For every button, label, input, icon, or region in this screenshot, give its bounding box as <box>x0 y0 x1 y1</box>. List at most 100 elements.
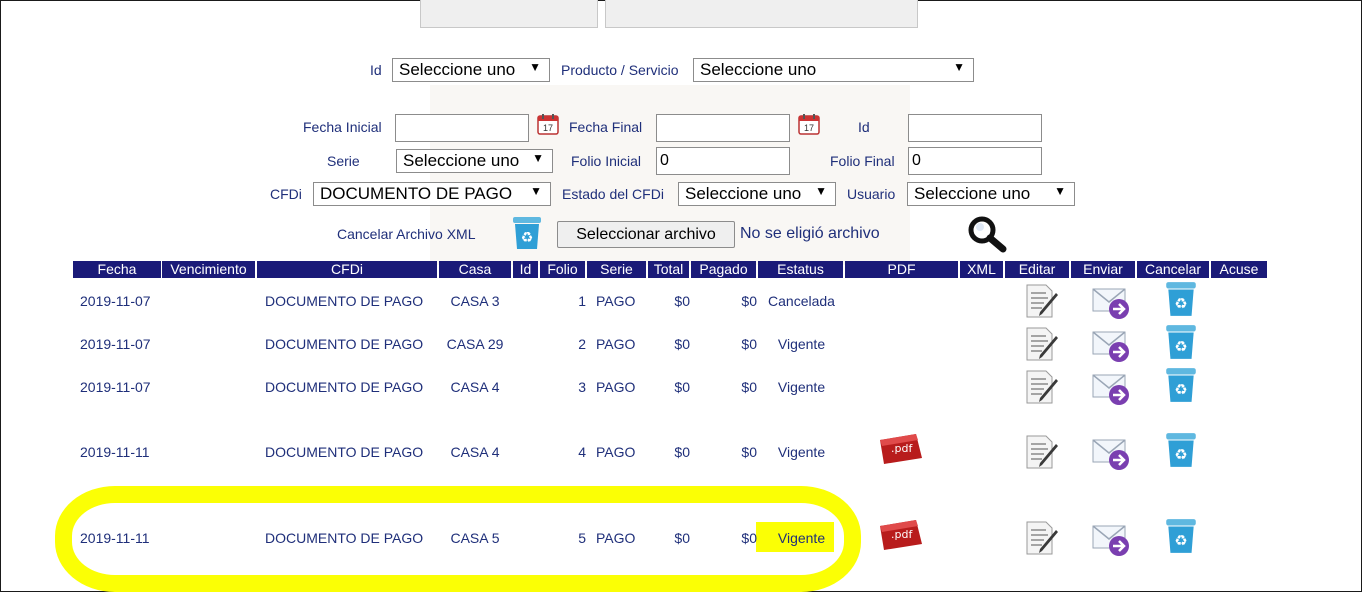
usuario-select-value: Seleccione uno <box>914 184 1031 203</box>
id2-label: Id <box>858 119 870 135</box>
serie-label: Serie <box>327 153 360 169</box>
cell-casa: CASA 29 <box>446 336 504 352</box>
svg-text:♻: ♻ <box>1174 447 1187 464</box>
pdf-icon[interactable]: .pdf <box>876 518 924 552</box>
th-cancelar: Cancelar <box>1137 261 1209 278</box>
id2-input[interactable] <box>908 114 1042 142</box>
edit-icon[interactable] <box>1024 434 1062 475</box>
th-vencimiento: Vencimiento <box>162 261 255 278</box>
chevron-down-icon: ▼ <box>1054 184 1066 198</box>
recycle-bin-icon[interactable]: ♻ <box>1163 366 1199 409</box>
cfdi-select-value: DOCUMENTO DE PAGO <box>320 184 513 203</box>
calendar-icon[interactable]: 17 <box>798 113 820 135</box>
cell-pagado: $0 <box>741 336 757 352</box>
id-label: Id <box>370 62 382 78</box>
svg-text:♻: ♻ <box>1174 533 1187 550</box>
fecha-inicial-label: Fecha Inicial <box>303 119 382 135</box>
folio-inicial-input[interactable]: 0 <box>656 147 790 175</box>
usuario-label: Usuario <box>847 186 896 202</box>
cell-total: $0 <box>674 293 690 309</box>
svg-text:♻: ♻ <box>1174 382 1187 399</box>
send-email-icon[interactable] <box>1091 436 1133 477</box>
cell-fecha: 2019-11-11 <box>80 444 150 460</box>
cell-estatus: Vigente <box>777 530 826 546</box>
cell-pagado: $0 <box>741 379 757 395</box>
th-acuse: Acuse <box>1211 261 1267 278</box>
edit-icon[interactable] <box>1024 283 1062 324</box>
pdf-label: .pdf <box>891 528 913 541</box>
th-xml: XML <box>960 261 1003 278</box>
cell-serie: PAGO <box>596 336 636 352</box>
fecha-inicial-input[interactable] <box>395 114 529 142</box>
th-fecha: Fecha <box>73 261 161 278</box>
cell-cfdi: DOCUMENTO DE PAGO <box>265 444 424 460</box>
cell-serie: PAGO <box>596 530 636 546</box>
th-estatus: Estatus <box>758 261 843 278</box>
svg-text:♻: ♻ <box>1174 339 1187 356</box>
cell-serie: PAGO <box>596 379 636 395</box>
recycle-bin-icon[interactable]: ♻ <box>1163 517 1199 560</box>
send-email-icon[interactable] <box>1091 371 1133 412</box>
cell-casa: CASA 3 <box>450 293 500 309</box>
calendar-day: 17 <box>804 123 814 133</box>
cell-estatus: Cancelada <box>768 293 835 309</box>
serie-select[interactable]: Seleccione uno ▼ <box>396 149 553 173</box>
cell-estatus: Vigente <box>777 444 826 460</box>
recycle-bin-icon[interactable]: ♻ <box>510 215 544 251</box>
cell-fecha: 2019-11-07 <box>80 379 151 395</box>
usuario-select[interactable]: Seleccione uno ▼ <box>907 182 1075 206</box>
cell-total: $0 <box>674 379 690 395</box>
fecha-final-input[interactable] <box>656 114 790 142</box>
chevron-down-icon: ▼ <box>815 184 827 198</box>
cell-total: $0 <box>674 336 690 352</box>
send-email-icon[interactable] <box>1091 522 1133 563</box>
send-email-icon[interactable] <box>1091 285 1133 326</box>
top-button-left[interactable] <box>420 0 598 28</box>
producto-select[interactable]: Seleccione uno ▼ <box>693 58 974 82</box>
recycle-bin-icon[interactable]: ♻ <box>1163 323 1199 366</box>
cell-folio: 1 <box>578 293 586 309</box>
cell-cfdi: DOCUMENTO DE PAGO <box>265 379 424 395</box>
cell-fecha: 2019-11-07 <box>80 293 151 309</box>
recycle-bin-icon[interactable]: ♻ <box>1163 431 1199 474</box>
cell-serie: PAGO <box>596 444 636 460</box>
th-enviar: Enviar <box>1071 261 1135 278</box>
cell-estatus: Vigente <box>777 379 826 395</box>
cell-cfdi: DOCUMENTO DE PAGO <box>265 336 424 352</box>
search-icon[interactable] <box>966 215 1008 253</box>
th-folio: Folio <box>540 261 585 278</box>
estado-select[interactable]: Seleccione uno ▼ <box>678 182 836 206</box>
cell-cfdi: DOCUMENTO DE PAGO <box>265 530 424 546</box>
th-pdf: PDF <box>845 261 958 278</box>
recycle-bin-icon[interactable]: ♻ <box>1163 280 1199 323</box>
cell-folio: 4 <box>578 444 586 460</box>
svg-text:♻: ♻ <box>1174 296 1187 313</box>
calendar-day: 17 <box>543 123 553 133</box>
top-button-right[interactable] <box>605 0 918 28</box>
id-select[interactable]: Seleccione uno ▼ <box>392 58 550 82</box>
th-editar: Editar <box>1005 261 1069 278</box>
chevron-down-icon: ▼ <box>532 151 544 165</box>
cfdi-select[interactable]: DOCUMENTO DE PAGO ▼ <box>313 182 551 206</box>
calendar-icon[interactable]: 17 <box>537 113 559 135</box>
cell-casa: CASA 4 <box>450 379 500 395</box>
pdf-label: .pdf <box>891 442 913 455</box>
cell-pagado: $0 <box>741 530 757 546</box>
folio-inicial-label: Folio Inicial <box>571 153 642 169</box>
producto-label: Producto / Servicio <box>561 62 679 78</box>
select-file-button[interactable]: Seleccionar archivo <box>557 221 735 248</box>
estado-select-value: Seleccione uno <box>685 184 802 203</box>
edit-icon[interactable] <box>1024 369 1062 410</box>
cell-folio: 5 <box>578 530 586 546</box>
pdf-icon[interactable]: .pdf <box>876 432 924 466</box>
edit-icon[interactable] <box>1024 520 1062 561</box>
send-email-icon[interactable] <box>1091 328 1133 369</box>
th-cfdi: CFDi <box>257 261 437 278</box>
cell-folio: 2 <box>578 336 586 352</box>
cell-folio: 3 <box>578 379 586 395</box>
cell-pagado: $0 <box>741 444 757 460</box>
edit-icon[interactable] <box>1024 326 1062 367</box>
cell-serie: PAGO <box>596 293 636 309</box>
producto-select-value: Seleccione uno <box>700 60 817 79</box>
folio-final-input[interactable]: 0 <box>908 147 1042 175</box>
